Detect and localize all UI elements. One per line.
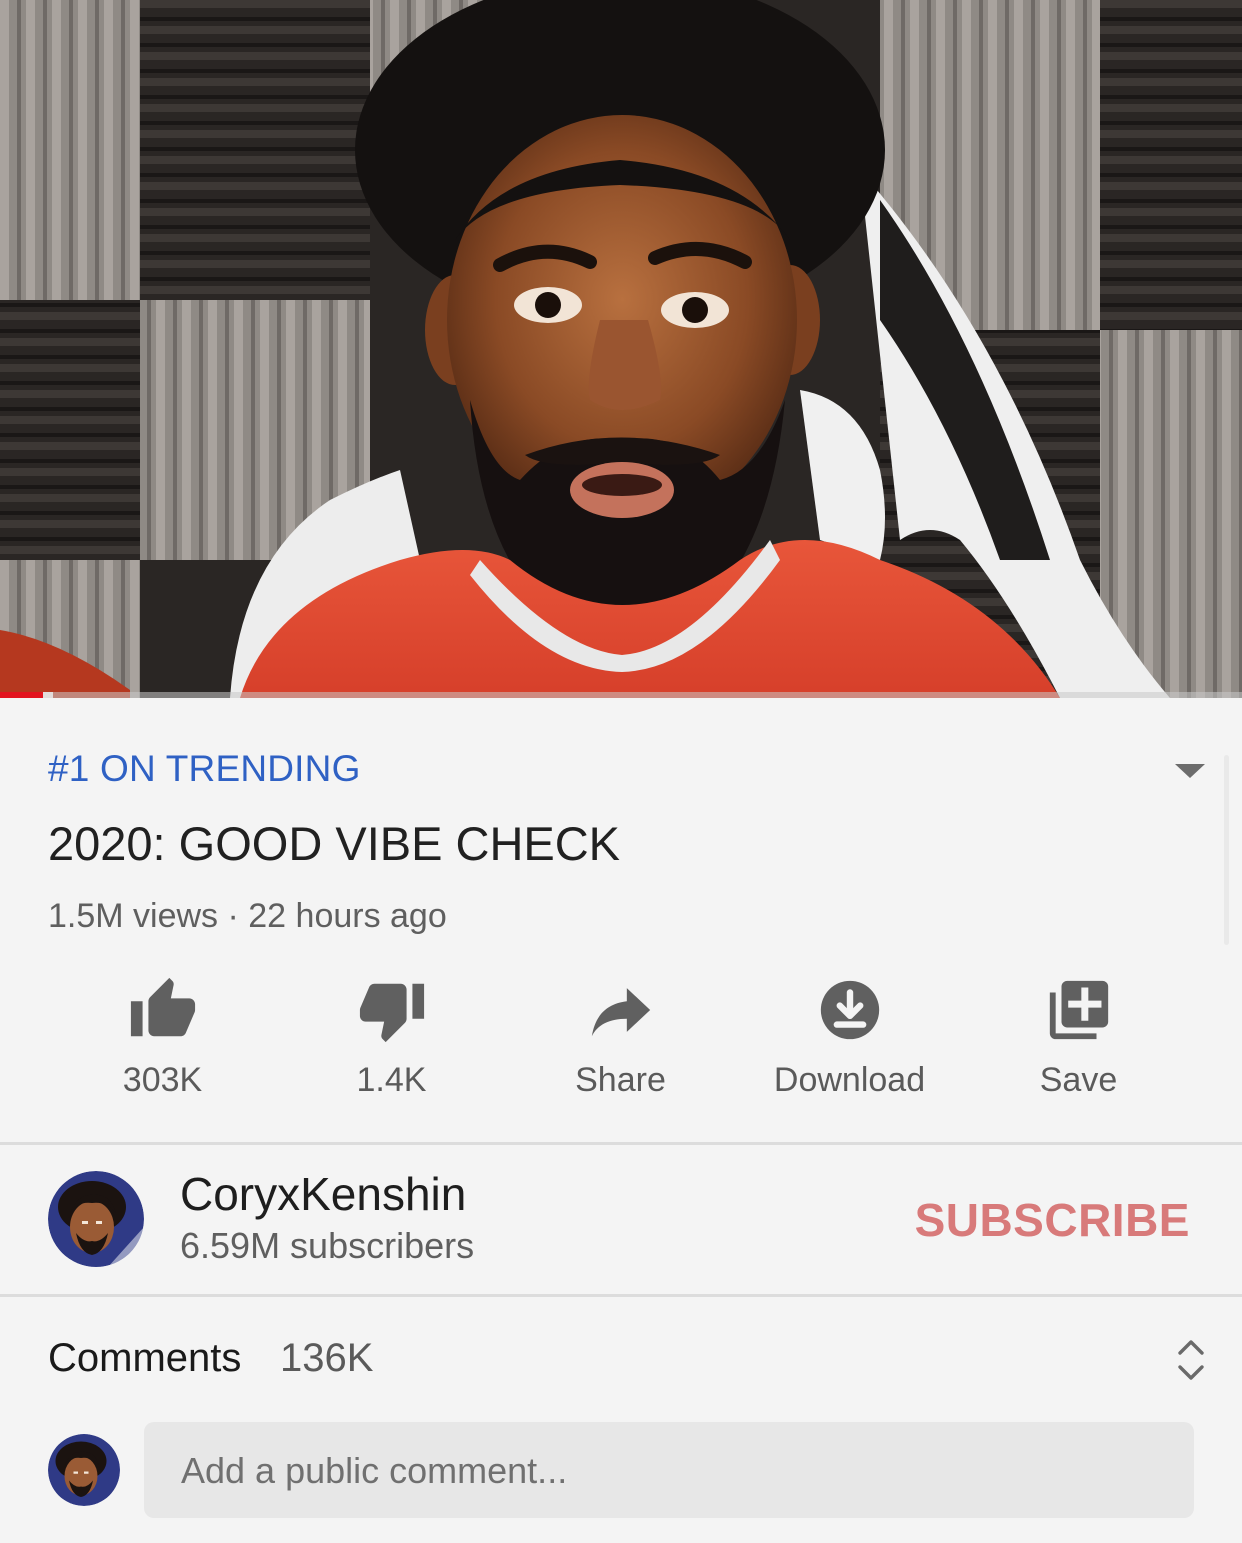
dislike-button[interactable]: 1.4K <box>277 975 506 1105</box>
comments-count: 136K <box>280 1336 374 1380</box>
collapse-caret-icon[interactable] <box>1175 764 1205 778</box>
video-meta: 1.5M views · 22 hours ago <box>48 897 447 935</box>
subscriber-count: 6.59M subscribers <box>180 1225 475 1266</box>
subscribe-button[interactable]: SUBSCRIBE <box>915 1193 1190 1247</box>
progress-fill <box>0 692 43 698</box>
comment-placeholder: Add a public comment... <box>181 1450 568 1491</box>
share-icon <box>586 975 656 1045</box>
comments-label[interactable]: Comments <box>48 1336 241 1381</box>
dislike-count: 1.4K <box>356 1061 427 1099</box>
action-row: 303K 1.4K Share Download Save <box>48 975 1193 1105</box>
video-player[interactable] <box>0 0 1242 698</box>
save-playlist-icon <box>1044 975 1114 1045</box>
save-button[interactable]: Save <box>964 975 1193 1105</box>
divider <box>0 1142 1242 1145</box>
channel-avatar[interactable] <box>48 1171 144 1267</box>
video-title: 2020: GOOD VIBE CHECK <box>48 817 621 870</box>
buffer-bar <box>43 692 53 698</box>
user-avatar[interactable] <box>48 1434 120 1506</box>
divider <box>0 1294 1242 1297</box>
like-button[interactable]: 303K <box>48 975 277 1105</box>
video-frame <box>0 0 1242 698</box>
download-icon <box>815 975 885 1045</box>
trending-badge[interactable]: #1 ON TRENDING <box>48 748 361 790</box>
like-count: 303K <box>122 1061 203 1099</box>
video-progress-bar[interactable] <box>0 692 1242 698</box>
save-label: Save <box>1039 1061 1118 1099</box>
thumbs-down-icon <box>357 975 427 1045</box>
download-label: Download <box>773 1061 926 1099</box>
share-button[interactable]: Share <box>506 975 735 1105</box>
download-button[interactable]: Download <box>735 975 964 1105</box>
comment-input[interactable]: Add a public comment... <box>144 1422 1194 1518</box>
scrollbar <box>1224 755 1229 945</box>
share-label: Share <box>575 1061 666 1099</box>
channel-name[interactable]: CoryxKenshin <box>180 1167 466 1221</box>
thumbs-up-icon <box>128 975 198 1045</box>
expand-collapse-icon[interactable] <box>1172 1337 1210 1383</box>
